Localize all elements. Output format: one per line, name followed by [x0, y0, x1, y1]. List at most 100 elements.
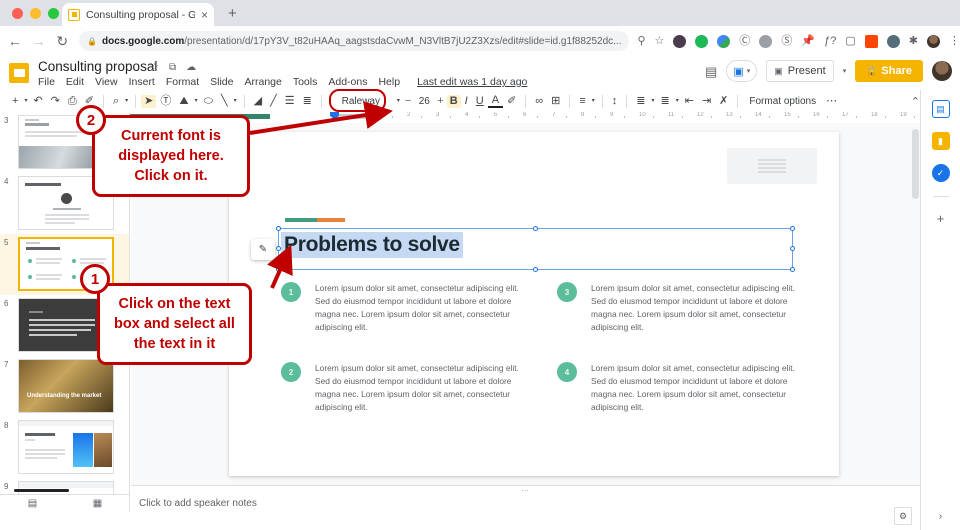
pin-red-icon[interactable]: 📌: [801, 36, 815, 47]
filmstrip-scrollbar[interactable]: [14, 489, 69, 492]
fill-color-button[interactable]: ◢: [250, 96, 266, 107]
line-spacing-button[interactable]: ↕: [608, 96, 622, 107]
bookmark-star-icon[interactable]: ☆: [655, 36, 665, 47]
reddit-icon[interactable]: [865, 35, 878, 48]
back-icon[interactable]: ←: [6, 34, 24, 48]
google-calendar-icon[interactable]: ▤: [932, 100, 950, 118]
menu-view[interactable]: View: [95, 76, 118, 88]
highlight-color-button[interactable]: ✐: [503, 96, 520, 107]
font-size-value[interactable]: 26: [416, 96, 432, 107]
reload-icon[interactable]: ↻: [53, 34, 71, 48]
drive-status-icon[interactable]: ☁: [186, 62, 196, 73]
image-tool-button[interactable]: ⛰: [175, 96, 192, 107]
collapse-toolbar-icon[interactable]: ⌃: [911, 95, 920, 108]
resize-handle-bc[interactable]: [533, 267, 538, 272]
present-button[interactable]: ▣ Present: [766, 60, 833, 82]
shape-tool-button[interactable]: ⬭: [200, 96, 217, 107]
filmstrip-slide-8[interactable]: 8: [0, 417, 129, 478]
font-chevron-down-icon[interactable]: ▾: [395, 98, 402, 104]
explore-button[interactable]: ⚙: [894, 507, 912, 525]
kebab-menu-icon[interactable]: ⋮: [949, 36, 960, 47]
slide-title-text[interactable]: Problems to solve: [281, 232, 463, 258]
resize-handle-tc[interactable]: [533, 226, 538, 231]
new-tab-button[interactable]: +: [228, 6, 237, 21]
resize-handle-mr[interactable]: [790, 246, 795, 251]
print-button[interactable]: ⎙: [64, 96, 81, 107]
menu-format[interactable]: Format: [166, 76, 199, 88]
puzzle-icon[interactable]: ✱: [909, 36, 918, 47]
zoom-chevron-down-icon[interactable]: ▾: [123, 98, 130, 104]
menu-arrange[interactable]: Arrange: [244, 76, 281, 88]
border-dash-button[interactable]: ≣: [299, 96, 316, 107]
pocket-icon[interactable]: Ⓢ: [781, 36, 792, 47]
avatar[interactable]: [932, 61, 952, 81]
undo-button[interactable]: ↶: [29, 96, 46, 107]
add-addon-button[interactable]: +: [937, 211, 945, 226]
search-icon[interactable]: ⚲: [637, 36, 645, 47]
speaker-notes-placeholder[interactable]: Click to add speaker notes: [139, 498, 257, 509]
new-slide-chevron-down-icon[interactable]: ▾: [22, 98, 29, 104]
filmstrip-view-icon[interactable]: ▤: [28, 498, 37, 509]
resize-handle-tr[interactable]: [790, 226, 795, 231]
list-item[interactable]: 2 Lorem ipsum dolor sit amet, consectetu…: [281, 362, 525, 414]
menu-edit[interactable]: Edit: [66, 76, 84, 88]
font-size-increase-button[interactable]: +: [437, 95, 443, 107]
bulleted-list-chevron-down-icon[interactable]: ▾: [649, 98, 656, 104]
redo-button[interactable]: ↷: [47, 96, 64, 107]
border-color-button[interactable]: ╱: [266, 96, 281, 107]
slide-thumbnail[interactable]: [18, 420, 114, 474]
google-keep-icon[interactable]: ▮: [932, 132, 950, 150]
list-item[interactable]: 1 Lorem ipsum dolor sit amet, consectetu…: [281, 282, 525, 334]
minimize-window-button[interactable]: [30, 8, 41, 19]
address-bar[interactable]: 🔒 docs.google.com/presentation/d/17pY3V_…: [79, 31, 629, 51]
line-tool-button[interactable]: ╲: [217, 96, 232, 107]
menu-slide[interactable]: Slide: [210, 76, 233, 88]
menu-file[interactable]: File: [38, 76, 55, 88]
underline-button[interactable]: U: [472, 96, 488, 107]
zoom-button[interactable]: ⌕: [109, 96, 123, 107]
star-icon[interactable]: ☆: [150, 62, 159, 73]
dark-globe-icon[interactable]: [887, 35, 900, 48]
border-weight-button[interactable]: ☰: [281, 96, 299, 107]
line-chevron-down-icon[interactable]: ▾: [232, 98, 239, 104]
document-title[interactable]: Consulting proposal: [38, 59, 157, 74]
maximize-window-button[interactable]: [48, 8, 59, 19]
google-photos-icon[interactable]: [717, 35, 730, 48]
filmstrip-slide-7[interactable]: 7Understanding the market: [0, 356, 129, 417]
insert-comment-button[interactable]: ⊞: [547, 96, 564, 107]
extension-green-icon[interactable]: [695, 35, 708, 48]
share-button[interactable]: 🔒 Share: [855, 60, 923, 82]
align-button[interactable]: ≡: [575, 96, 589, 107]
move-to-folder-icon[interactable]: ⧉: [169, 62, 176, 73]
increase-indent-button[interactable]: ⇥: [698, 96, 715, 107]
more-options-icon[interactable]: ⋯: [822, 96, 841, 107]
function-icon[interactable]: ƒ?: [824, 36, 836, 47]
forward-icon[interactable]: →: [30, 34, 48, 48]
font-size-decrease-button[interactable]: −: [405, 95, 411, 107]
list-item[interactable]: 4 Lorem ipsum dolor sit amet, consectetu…: [557, 362, 801, 414]
menu-insert[interactable]: Insert: [129, 76, 155, 88]
google-tasks-icon[interactable]: ✓: [932, 164, 950, 182]
numbered-list-button[interactable]: ≣: [656, 96, 673, 107]
slide-thumbnail[interactable]: Understanding the market: [18, 359, 114, 413]
bold-button[interactable]: B: [447, 95, 461, 108]
close-icon[interactable]: ×: [201, 9, 208, 21]
select-tool-button[interactable]: ➤: [141, 95, 156, 108]
current-slide[interactable]: Problems to solve ✎ 1 Lorem ipsum dolor …: [229, 132, 839, 476]
font-size-stepper[interactable]: − 26 +: [405, 95, 444, 107]
list-item[interactable]: 3 Lorem ipsum dolor sit amet, consectetu…: [557, 282, 801, 334]
camera-icon[interactable]: ▢: [845, 36, 855, 47]
browser-tab[interactable]: Consulting proposal - Google ×: [62, 3, 214, 26]
placeholder-box[interactable]: [727, 148, 817, 184]
notes-resize-grip[interactable]: ⋯: [522, 487, 530, 495]
close-window-button[interactable]: [12, 8, 23, 19]
italic-button[interactable]: I: [461, 96, 472, 107]
speaker-notes-pane[interactable]: ⋯ Click to add speaker notes ⚙: [131, 485, 920, 530]
resize-handle-tl[interactable]: [276, 226, 281, 231]
menu-help[interactable]: Help: [378, 76, 400, 88]
last-edit-label[interactable]: Last edit was 1 day ago: [417, 76, 527, 88]
menu-addons[interactable]: Add-ons: [328, 76, 367, 88]
present-chevron-down-icon[interactable]: ▾: [843, 67, 847, 75]
bulleted-list-button[interactable]: ≣: [632, 96, 649, 107]
numbered-list-chevron-down-icon[interactable]: ▾: [674, 98, 681, 104]
